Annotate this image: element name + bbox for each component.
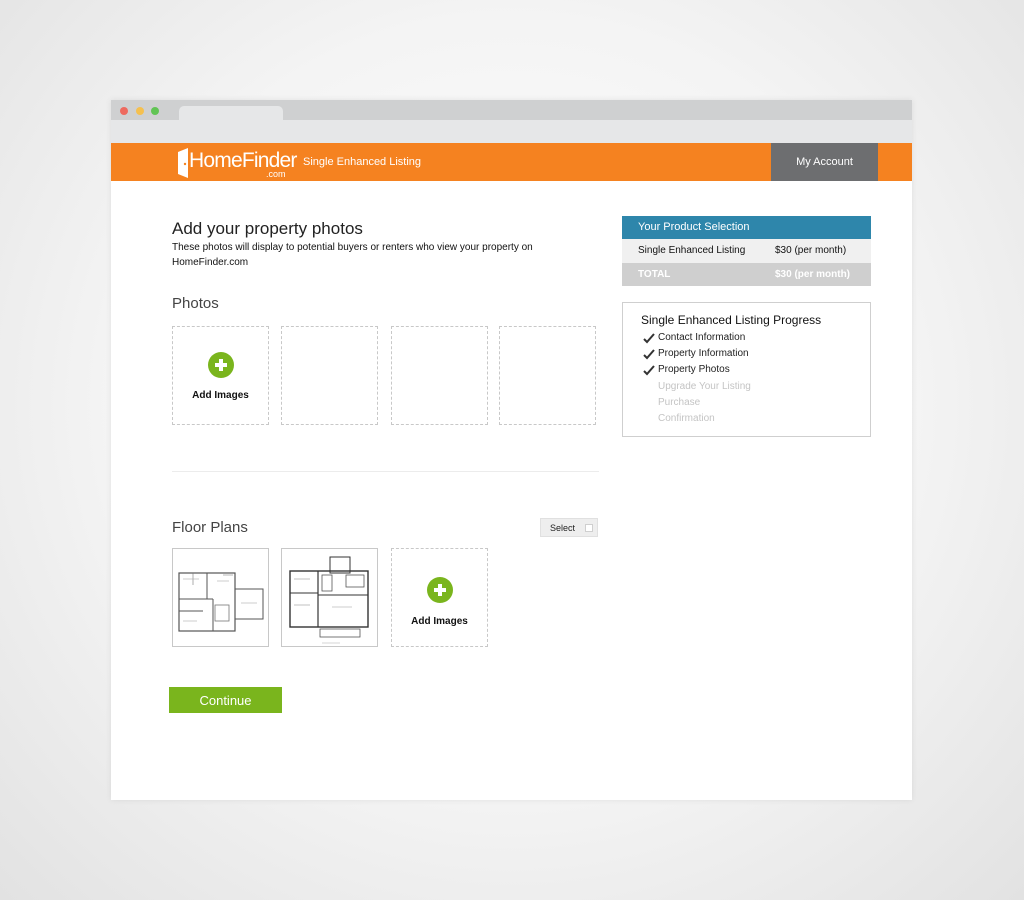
close-window-dot[interactable]: [120, 107, 128, 115]
checkmark-icon: [643, 349, 655, 360]
floor-plan-image: [289, 556, 369, 644]
progress-step-confirmation: Confirmation: [658, 413, 715, 424]
product-name: Single Enhanced Listing: [638, 245, 746, 256]
header-subtitle: Single Enhanced Listing: [303, 156, 422, 168]
door-icon: [178, 148, 188, 178]
select-checkbox[interactable]: [585, 524, 593, 532]
add-images-label: Add Images: [192, 390, 249, 401]
checkmark-icon: [643, 333, 655, 344]
select-floor-plans-toggle[interactable]: Select: [540, 518, 598, 537]
product-selection-panel: Your Product Selection Single Enhanced L…: [622, 216, 871, 286]
plus-circle-icon: [208, 352, 234, 378]
progress-step-property-info: Property Information: [658, 348, 749, 359]
total-label: TOTAL: [638, 269, 671, 280]
browser-tab[interactable]: [179, 106, 283, 120]
floor-plan-image: [178, 572, 264, 632]
plus-circle-icon: [427, 577, 453, 603]
browser-titlebar: [111, 100, 912, 120]
add-images-label: Add Images: [411, 616, 468, 627]
progress-step-photos: Property Photos: [658, 364, 730, 375]
progress-step-upgrade: Upgrade Your Listing: [658, 381, 751, 392]
progress-step-purchase: Purchase: [658, 397, 701, 408]
logo-suffix: .com: [266, 169, 286, 179]
photos-heading: Photos: [172, 295, 219, 312]
photo-slot-empty[interactable]: [391, 326, 488, 425]
progress-step-contact: Contact Information: [658, 332, 746, 343]
floor-plan-thumbnail[interactable]: [172, 548, 269, 647]
floor-plans-heading: Floor Plans: [172, 519, 248, 536]
my-account-button[interactable]: My Account: [771, 143, 878, 181]
minimize-window-dot[interactable]: [136, 107, 144, 115]
continue-button[interactable]: Continue: [169, 687, 282, 713]
total-price: $30 (per month): [775, 269, 851, 280]
select-label: Select: [550, 523, 576, 533]
browser-toolbar: [111, 120, 912, 143]
add-floor-plan-slot[interactable]: Add Images: [391, 548, 488, 647]
maximize-window-dot[interactable]: [151, 107, 159, 115]
product-selection-heading: Your Product Selection: [622, 216, 871, 239]
browser-window: HomeFinder .com Single Enhanced Listing …: [111, 100, 912, 800]
page-title: Add your property photos: [172, 219, 363, 238]
add-photo-slot[interactable]: Add Images: [172, 326, 269, 425]
listing-progress-panel: Single Enhanced Listing Progress Contact…: [622, 302, 871, 437]
progress-title: Single Enhanced Listing Progress: [641, 313, 822, 327]
product-line-item: Single Enhanced Listing $30 (per month): [622, 239, 871, 263]
page-description: These photos will display to potential b…: [172, 242, 533, 268]
product-total-row: TOTAL $30 (per month): [622, 263, 871, 286]
product-price: $30 (per month): [775, 245, 847, 256]
photo-slot-empty[interactable]: [281, 326, 378, 425]
photo-slot-empty[interactable]: [499, 326, 596, 425]
checkmark-icon: [643, 365, 655, 376]
section-divider: [172, 471, 599, 472]
homefinder-logo[interactable]: HomeFinder .com: [177, 146, 297, 179]
floor-plan-thumbnail[interactable]: [281, 548, 378, 647]
site-header: HomeFinder .com Single Enhanced Listing …: [111, 143, 912, 181]
